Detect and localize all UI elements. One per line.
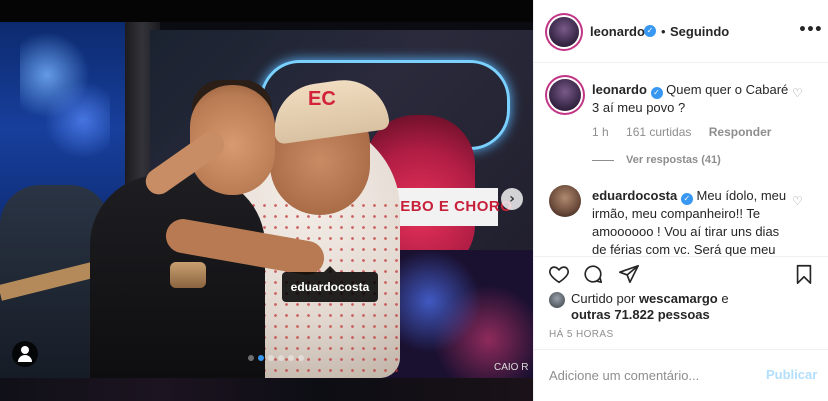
publish-button[interactable]: Publicar	[766, 367, 817, 382]
carousel-dot	[268, 355, 274, 361]
likes-prefix: Curtido por	[571, 291, 636, 306]
photo-credit: CAIO R	[494, 362, 529, 373]
likes-others[interactable]: outras 71.822 pessoas	[571, 306, 710, 324]
carousel-dot	[298, 355, 304, 361]
verified-badge-icon: ✓	[650, 87, 663, 99]
comment-username[interactable]: eduardocosta	[592, 188, 677, 203]
liker-username[interactable]: wescamargo	[639, 291, 718, 306]
carousel-dots	[248, 355, 304, 361]
share-icon[interactable]	[618, 263, 640, 285]
post-actions	[534, 256, 828, 288]
view-replies-button[interactable]: Ver respostas (41)	[592, 154, 721, 166]
photo-top-strip	[0, 0, 533, 22]
user-tag-tooltip[interactable]: eduardocosta	[282, 266, 378, 302]
stage-lights	[20, 30, 110, 180]
comment-input[interactable]	[549, 365, 759, 385]
photo-bottom-strip	[0, 378, 533, 401]
carousel-dot-active	[258, 355, 264, 361]
wrist-watch	[170, 262, 206, 288]
more-options-icon[interactable]: •••	[798, 22, 823, 38]
comment-like-icon[interactable]: ♡	[792, 194, 804, 208]
save-icon[interactable]	[793, 263, 815, 285]
cap-logo: EC	[308, 88, 336, 110]
likes-count[interactable]: outras 71.822 pessoas	[571, 307, 710, 322]
carousel-dot	[248, 355, 254, 361]
author-avatar[interactable]	[549, 17, 579, 47]
author-username[interactable]: leonardo	[590, 24, 645, 39]
liker-avatar[interactable]	[549, 292, 565, 308]
crowd-lights	[385, 250, 533, 378]
comment-body: eduardocosta ✓ Meu ídolo, meu irmão, meu…	[592, 187, 792, 256]
post-photo[interactable]: CANTO, BEBO E CHORO EC eduardocosta › CA…	[0, 0, 533, 401]
post-side-panel: leonardo ✓ • Seguindo ••• leonardo ✓ Que…	[533, 0, 828, 401]
comment-body: leonardo ✓ Quem quer o Cabaré 3 aí meu p…	[592, 81, 792, 117]
header-separator: •	[661, 24, 666, 39]
next-photo-button[interactable]: ›	[501, 188, 523, 210]
post-header: leonardo ✓ • Seguindo •••	[534, 0, 828, 63]
comments-list[interactable]: leonardo ✓ Quem quer o Cabaré 3 aí meu p…	[534, 64, 828, 256]
add-comment-bar: Publicar	[534, 349, 828, 401]
post-timestamp[interactable]: HÁ 5 HORAS	[549, 329, 614, 340]
like-icon[interactable]	[548, 263, 570, 285]
comment-avatar[interactable]	[549, 185, 581, 217]
verified-badge-icon: ✓	[644, 25, 656, 37]
comment-likes[interactable]: 161 curtidas	[626, 125, 691, 139]
carousel-dot	[288, 355, 294, 361]
likes-conjunction: e	[721, 291, 729, 306]
comment-icon[interactable]	[582, 263, 604, 285]
comment-avatar[interactable]	[549, 79, 581, 111]
user-tag-icon[interactable]	[12, 341, 38, 367]
following-button[interactable]: Seguindo	[670, 24, 729, 39]
carousel-dot	[278, 355, 284, 361]
comment-time[interactable]: 1 h	[592, 125, 609, 139]
verified-badge-icon: ✓	[680, 193, 693, 205]
comment-meta: 1 h 161 curtidas Responder	[592, 125, 785, 139]
reply-button[interactable]: Responder	[709, 125, 772, 139]
comment-username[interactable]: leonardo	[592, 82, 647, 97]
comment-like-icon[interactable]: ♡	[792, 86, 804, 100]
